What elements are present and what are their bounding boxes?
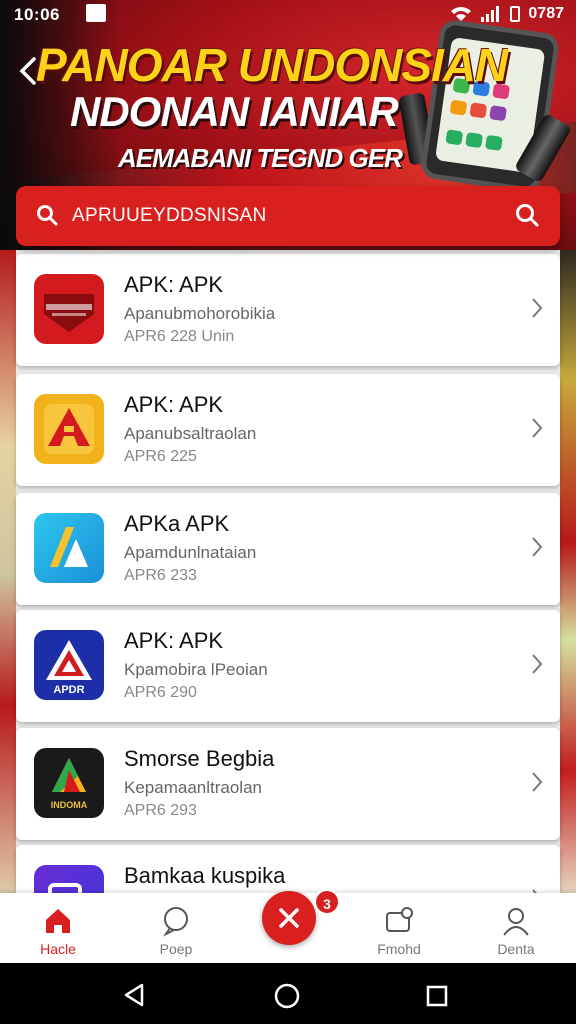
app-meta: APR6 293 <box>124 802 197 819</box>
chevron-right-icon <box>532 298 543 318</box>
back-icon[interactable] <box>122 983 146 1007</box>
banner-title-line2: NDONAN IANIAR <box>70 88 399 135</box>
app-name: Bamkaa kuspika <box>124 863 286 888</box>
app-name: APK: APK <box>124 628 224 653</box>
app-meta: APR6 290 <box>124 684 197 701</box>
status-right-text: 0787 <box>528 5 564 22</box>
app-icon: APDR <box>34 630 104 700</box>
list-item[interactable]: APK: APK Apanubmohorobikia APR6 228 Unin <box>16 254 560 366</box>
message-icon <box>386 907 413 932</box>
search-icon <box>37 205 58 226</box>
chevron-right-icon <box>532 418 543 438</box>
back-arrow-icon[interactable] <box>16 56 42 86</box>
status-time: 10:06 <box>14 5 60 24</box>
chevron-right-icon <box>532 654 543 674</box>
signal-icon <box>481 6 500 22</box>
app-icon <box>34 513 104 583</box>
recents-icon[interactable] <box>426 985 448 1007</box>
app-name: APK: APK <box>124 272 224 297</box>
app-name: APK: APK <box>124 392 224 417</box>
banner-title: PANOAR UNDONSIAN <box>36 39 508 91</box>
search-input[interactable]: APRUUEYDDSNISAN <box>72 205 267 227</box>
app-meta: APR6 225 <box>124 448 197 465</box>
chat-icon <box>163 907 188 937</box>
nav-item-chat[interactable]: Poep <box>126 893 226 963</box>
chevron-right-icon <box>532 537 543 557</box>
app-meta: APR6 233 <box>124 567 197 584</box>
app-icon: INDOMA <box>34 748 104 818</box>
background-edge-left <box>0 250 16 900</box>
status-bar: 10:06 0787 <box>0 0 576 28</box>
notification-badge: 3 <box>314 889 340 915</box>
app-subtitle: Kpamobira lPeoian <box>124 660 268 679</box>
app-subtitle: Apanubmohorobikia <box>124 304 276 323</box>
app-icon <box>34 274 104 344</box>
nav-label-profile: Denta <box>497 941 535 957</box>
nav-label-chat: Poep <box>159 941 193 957</box>
battery-icon <box>510 6 521 22</box>
nav-item-home[interactable]: Hacle <box>8 893 108 963</box>
app-subtitle: Apanubsaltraolan <box>124 424 257 443</box>
nav-label-home: Hacle <box>40 941 76 957</box>
home-icon <box>46 909 70 933</box>
nav-item-profile[interactable]: Denta <box>466 893 566 963</box>
list-item[interactable]: INDOMA Smorse Begbia Kepamaanltraolan AP… <box>16 728 560 840</box>
background-edge-right <box>560 250 576 900</box>
home-button-icon[interactable] <box>274 983 300 1009</box>
list-item[interactable]: APKa APK Apamdunlnataian APR6 233 <box>16 493 560 605</box>
bottom-nav: Hacle Poep 3 Fmohd Denta <box>0 889 576 963</box>
search-bar[interactable]: APRUUEYDDSNISAN <box>16 186 560 246</box>
app-meta: APR6 228 Unin <box>124 328 235 345</box>
close-icon <box>279 908 299 928</box>
chevron-right-icon <box>532 772 543 792</box>
banner-subtitle: AEMABANI TEGND GER <box>118 143 403 173</box>
notification-icon <box>86 4 106 22</box>
app-icon <box>34 394 104 464</box>
app-icon-text: APDR <box>53 684 85 696</box>
app-subtitle: Kepamaanltraolan <box>124 778 262 797</box>
app-subtitle: Apamdunlnataian <box>124 543 257 562</box>
profile-icon <box>503 908 529 936</box>
system-nav-bar <box>0 963 576 1024</box>
app-name: Smorse Begbia <box>124 746 275 771</box>
wifi-icon <box>451 7 472 21</box>
list-item[interactable]: APK: APK Apanubsaltraolan APR6 225 <box>16 374 560 486</box>
center-action-button[interactable] <box>262 891 316 945</box>
app-name: APKa APK <box>124 511 230 536</box>
nav-label-messages: Fmohd <box>377 941 421 957</box>
list-item[interactable]: APDR APK: APK Kpamobira lPeoian APR6 290 <box>16 610 560 722</box>
nav-item-messages[interactable]: Fmohd <box>349 893 449 963</box>
app-icon-text: INDOMA <box>50 800 88 810</box>
status-icons: 0787 <box>450 5 564 23</box>
search-button-icon[interactable] <box>514 202 540 228</box>
